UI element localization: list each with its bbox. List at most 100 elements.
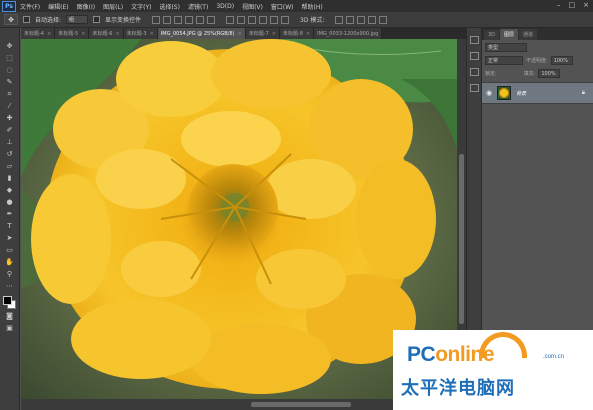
- 3d-rotate-icon[interactable]: [335, 15, 344, 24]
- layer-kind-dropdown[interactable]: 类型: [485, 43, 527, 52]
- tab-channels[interactable]: 通道: [519, 29, 538, 40]
- tab-label: 未标题-8: [282, 31, 303, 37]
- blur-tool-icon[interactable]: ◆: [4, 186, 15, 195]
- tab-3d[interactable]: 3D: [484, 30, 500, 40]
- tab-document[interactable]: 未标题-5 ×: [55, 28, 90, 39]
- history-brush-tool-icon[interactable]: ↺: [4, 150, 15, 159]
- lasso-tool-icon[interactable]: ◌: [4, 66, 15, 75]
- close-icon[interactable]: ×: [47, 31, 51, 37]
- menu-image[interactable]: 图像(I): [77, 2, 95, 11]
- close-icon[interactable]: ×: [150, 31, 154, 37]
- auto-select-checkbox[interactable]: [23, 16, 30, 23]
- fill-field[interactable]: 100%: [538, 69, 561, 78]
- menu-window[interactable]: 窗口(W): [271, 2, 294, 11]
- shape-tool-icon[interactable]: ▭: [4, 246, 15, 255]
- character-panel-icon[interactable]: [469, 68, 479, 76]
- menu-layer[interactable]: 图层(L): [103, 2, 123, 11]
- tab-label: 未标题-3: [126, 31, 147, 37]
- tab-document[interactable]: 未标题-3 ×: [123, 28, 158, 39]
- tab-document[interactable]: 未标题-4 ×: [21, 28, 56, 39]
- dodge-tool-icon[interactable]: ●: [4, 198, 15, 207]
- 3d-scale-icon[interactable]: [379, 15, 388, 24]
- menu-select[interactable]: 选择(S): [159, 2, 180, 11]
- menu-type[interactable]: 文字(Y): [131, 2, 151, 11]
- move-tool-preset-icon[interactable]: ✥: [4, 14, 18, 25]
- opacity-field[interactable]: 100%: [550, 56, 573, 65]
- tab-document[interactable]: 未标题-8 ×: [279, 28, 315, 39]
- close-icon[interactable]: ×: [81, 31, 85, 37]
- align-middle-icon[interactable]: [163, 15, 172, 24]
- align-bottom-icon[interactable]: [174, 15, 183, 24]
- menu-filter[interactable]: 滤镜(T): [188, 2, 208, 11]
- tab-document[interactable]: IMG_0033-1200x900.jpg: [314, 28, 383, 39]
- eye-icon[interactable]: ◉: [486, 89, 492, 97]
- align-left-icon[interactable]: [185, 15, 194, 24]
- paragraph-panel-icon[interactable]: [469, 84, 479, 92]
- maximize-button[interactable]: □: [569, 1, 576, 9]
- quick-select-tool-icon[interactable]: ✎: [4, 78, 15, 87]
- distribute-top-icon[interactable]: [226, 15, 235, 24]
- menu-help[interactable]: 帮助(H): [302, 2, 323, 11]
- close-icon[interactable]: ×: [306, 31, 310, 37]
- marquee-tool-icon[interactable]: ⬚: [4, 54, 15, 63]
- horizontal-scrollbar[interactable]: [21, 399, 457, 410]
- hand-tool-icon[interactable]: ✋: [4, 258, 15, 267]
- healing-brush-tool-icon[interactable]: ✚: [4, 114, 15, 123]
- crop-tool-icon[interactable]: ⌗: [4, 90, 15, 99]
- tab-document[interactable]: 未标题-7 ×: [245, 28, 280, 39]
- show-transform-checkbox[interactable]: [93, 16, 101, 23]
- tab-document-active[interactable]: IMG_0054.JPG @ 25%(RGB/8) ×: [157, 28, 246, 39]
- close-icon[interactable]: ×: [115, 31, 119, 37]
- quick-mask-icon[interactable]: ◙: [4, 312, 15, 321]
- layer-thumbnail: [497, 86, 512, 100]
- blend-row: 正常 不透明度: 100%: [485, 55, 590, 66]
- color-swatches[interactable]: [2, 296, 17, 309]
- menu-3d[interactable]: 3D(D): [216, 3, 234, 10]
- vertical-scroll-thumb[interactable]: [459, 154, 464, 324]
- auto-select-dropdown[interactable]: 组: [66, 15, 89, 24]
- minimize-button[interactable]: –: [557, 1, 561, 9]
- move-tool-icon[interactable]: ✥: [4, 42, 15, 51]
- close-button[interactable]: ×: [583, 1, 589, 9]
- 3d-mode-label: 3D 模式:: [300, 17, 325, 24]
- align-center-icon[interactable]: [196, 15, 205, 24]
- menu-edit[interactable]: 编辑(E): [48, 2, 68, 11]
- align-icons: [152, 15, 216, 24]
- screen-mode-icon[interactable]: ▣: [4, 324, 15, 333]
- properties-panel-icon[interactable]: [469, 52, 479, 60]
- path-selection-tool-icon[interactable]: ➤: [4, 234, 15, 243]
- menu-view[interactable]: 视图(V): [242, 2, 263, 11]
- distribute-right-icon[interactable]: [281, 15, 290, 24]
- more-tools-icon[interactable]: ⋯: [4, 282, 15, 291]
- lock-row: 锁定: 填充: 100%: [485, 68, 590, 79]
- distribute-left-icon[interactable]: [259, 15, 268, 24]
- history-panel-icon[interactable]: [469, 36, 479, 44]
- eyedropper-tool-icon[interactable]: ⁄: [4, 102, 15, 111]
- brush-tool-icon[interactable]: ✐: [4, 126, 15, 135]
- tab-layers[interactable]: 图层: [500, 29, 519, 40]
- foreground-color-swatch[interactable]: [2, 296, 12, 305]
- tab-document[interactable]: 未标题-6 ×: [89, 28, 124, 39]
- horizontal-scroll-thumb[interactable]: [251, 402, 351, 407]
- 3d-slide-icon[interactable]: [368, 15, 377, 24]
- eraser-tool-icon[interactable]: ▱: [4, 162, 15, 171]
- clone-stamp-tool-icon[interactable]: ⊥: [4, 138, 15, 147]
- zoom-tool-icon[interactable]: ⚲: [4, 270, 15, 279]
- blend-mode-dropdown[interactable]: 正常: [485, 56, 523, 65]
- menu-file[interactable]: 文件(F): [20, 2, 40, 11]
- close-icon[interactable]: ×: [272, 31, 276, 37]
- gradient-tool-icon[interactable]: ▮: [4, 174, 15, 183]
- layer-row-background[interactable]: ◉ 背景 🔒︎: [482, 82, 593, 104]
- 3d-pan-icon[interactable]: [357, 15, 366, 24]
- distribute-center-icon[interactable]: [270, 15, 279, 24]
- close-icon[interactable]: ×: [238, 31, 242, 37]
- document-canvas[interactable]: [21, 39, 457, 399]
- type-tool-icon[interactable]: T: [4, 222, 15, 231]
- align-right-icon[interactable]: [207, 15, 216, 24]
- menu-bar: Ps 文件(F) 编辑(E) 图像(I) 图层(L) 文字(Y) 选择(S) 滤…: [0, 0, 593, 12]
- distribute-bottom-icon[interactable]: [248, 15, 257, 24]
- align-top-icon[interactable]: [152, 15, 161, 24]
- distribute-middle-icon[interactable]: [237, 15, 246, 24]
- 3d-roll-icon[interactable]: [346, 15, 355, 24]
- pen-tool-icon[interactable]: ✒: [4, 210, 15, 219]
